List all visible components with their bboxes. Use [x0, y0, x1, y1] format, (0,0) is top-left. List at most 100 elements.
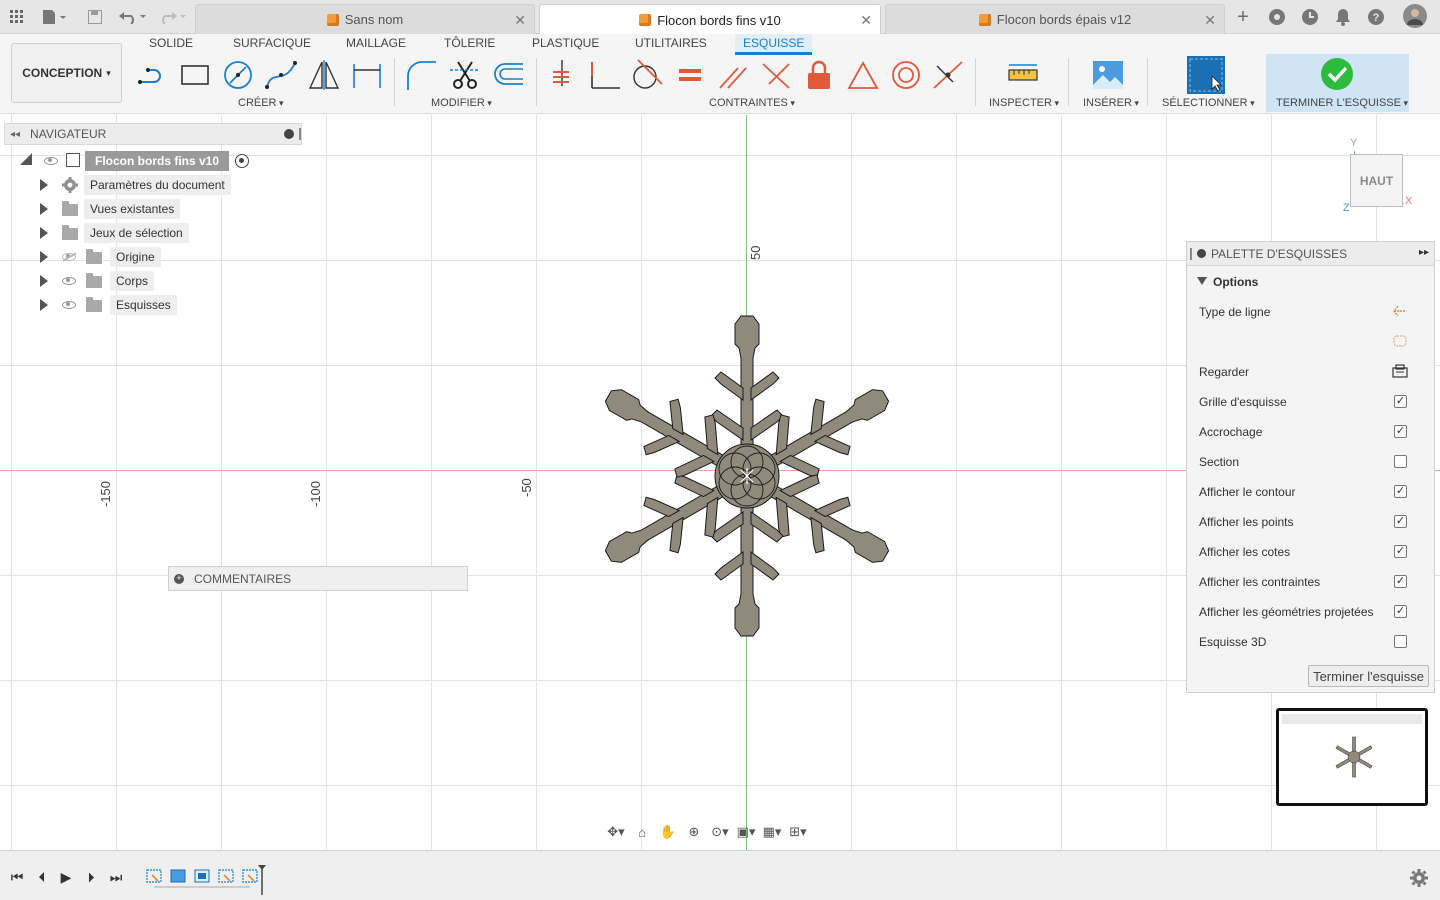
tab-esquisse[interactable]: ESQUISSE [735, 34, 813, 55]
construction-icon[interactable] [1392, 333, 1408, 349]
checkbox-points[interactable]: ✓ [1394, 515, 1407, 528]
help-icon[interactable]: ? [1365, 6, 1387, 28]
undo-icon[interactable] [116, 6, 150, 28]
fit-icon[interactable]: ⊙▾ [710, 823, 730, 841]
options-caret-icon[interactable] [1197, 277, 1207, 285]
checkbox-section[interactable] [1394, 455, 1407, 468]
thumbnail-preview[interactable] [1276, 708, 1428, 806]
expand-triangle-icon[interactable] [40, 203, 48, 215]
panel-grip-icon[interactable] [299, 128, 301, 140]
checkbox-grille[interactable]: ✓ [1394, 395, 1407, 408]
navigator-item-vues[interactable]: Vues existantes [38, 199, 238, 219]
go-to-end-icon[interactable]: ⏭ [108, 869, 124, 885]
line-tool-icon[interactable] [136, 58, 170, 92]
trim-tool-icon[interactable] [448, 58, 482, 92]
pan-hand-icon[interactable]: ✋ [658, 823, 678, 841]
navigator-root[interactable]: Flocon bords fins v10 [20, 151, 260, 171]
navigator-item-corps[interactable]: Corps [38, 271, 238, 291]
checkbox-accrochage[interactable]: ✓ [1394, 425, 1407, 438]
collapse-triangle-icon[interactable] [20, 153, 32, 165]
tab-plastique[interactable]: PLASTIQUE [532, 36, 599, 50]
add-comment-icon[interactable]: + [174, 573, 184, 584]
rectangle-tool-icon[interactable] [178, 58, 212, 92]
palette-grip-icon[interactable] [1190, 247, 1192, 260]
graphics-canvas[interactable]: 50 -150 -100 -50 ◂◂ NAVIGATEUR Flocon bo… [0, 115, 1440, 850]
file-menu-icon[interactable] [40, 6, 70, 28]
redo-icon[interactable] [156, 6, 190, 28]
group-inserer[interactable]: INSÉRER [1083, 97, 1139, 109]
navigator-header[interactable]: ◂◂ NAVIGATEUR [4, 123, 302, 145]
perpendicular-constraint-icon[interactable] [588, 58, 622, 92]
group-selectionner[interactable]: SÉLECTIONNER [1162, 97, 1255, 109]
fix-lock-icon[interactable] [802, 58, 836, 92]
checkbox-contour[interactable]: ✓ [1394, 485, 1407, 498]
zoom-icon[interactable]: ⊕ [684, 823, 704, 841]
go-to-start-icon[interactable]: ⏮ [9, 869, 25, 885]
minimize-icon[interactable] [1197, 249, 1206, 258]
tab-sans-nom[interactable]: Sans nom ✕ [195, 4, 535, 34]
app-grid-icon[interactable] [6, 6, 28, 28]
group-contraintes[interactable]: CONTRAINTES [709, 97, 795, 109]
offset-tool-icon[interactable] [491, 58, 525, 92]
expand-triangle-icon[interactable] [40, 251, 48, 263]
linetype-icon[interactable] [1392, 303, 1408, 319]
save-icon[interactable] [84, 6, 106, 28]
step-back-icon[interactable]: ⏴ [34, 869, 50, 885]
parallel-constraint-icon[interactable] [716, 58, 750, 92]
tab-flocon-bords-epais[interactable]: Flocon bords épais v12 ✕ [885, 4, 1225, 34]
close-icon[interactable]: ✕ [514, 12, 526, 29]
play-icon[interactable]: ▶ [58, 869, 74, 885]
navigator-item-esquisses[interactable]: Esquisses [38, 295, 238, 315]
tab-surfacique[interactable]: SURFACIQUE [233, 36, 311, 50]
visibility-eye-icon[interactable] [62, 277, 76, 285]
expand-triangle-icon[interactable] [40, 299, 48, 311]
grid-settings-icon[interactable]: ▦▾ [762, 823, 782, 841]
group-creer[interactable]: CRÉER [238, 97, 284, 109]
spline-tool-icon[interactable] [264, 58, 298, 92]
fillet-tool-icon[interactable] [404, 58, 438, 92]
group-inspecter[interactable]: INSPECTER [989, 97, 1059, 109]
tab-tolerie[interactable]: TÔLERIE [444, 36, 495, 50]
navigator-item-origine[interactable]: Origine [38, 247, 238, 267]
mirror-tool-icon[interactable] [307, 58, 341, 92]
activate-radio-icon[interactable] [235, 154, 249, 168]
concentric-constraint-icon[interactable] [889, 58, 923, 92]
tab-maillage[interactable]: MAILLAGE [346, 36, 406, 50]
options-section[interactable]: Options [1213, 275, 1258, 289]
palette-header[interactable]: PALETTE D'ESQUISSES ▸▸ [1187, 242, 1434, 266]
navigator-item-jeux[interactable]: Jeux de sélection [38, 223, 238, 243]
symmetry-constraint-icon[interactable] [759, 58, 793, 92]
checkbox-contraintes[interactable]: ✓ [1394, 575, 1407, 588]
timeline-features[interactable] [144, 865, 268, 895]
group-modifier[interactable]: MODIFIER [431, 97, 492, 109]
circle-tool-icon[interactable] [221, 58, 255, 92]
snowflake-sketch[interactable] [586, 300, 908, 652]
viewcube[interactable]: HAUT [1350, 154, 1403, 207]
visibility-eye-icon[interactable] [62, 301, 76, 309]
minimize-icon[interactable] [284, 129, 294, 139]
avatar[interactable] [1402, 3, 1428, 29]
finish-sketch-block[interactable]: TERMINER L'ESQUISSE [1266, 54, 1409, 112]
select-icon[interactable] [1187, 56, 1225, 94]
step-forward-icon[interactable]: ⏵ [83, 869, 99, 885]
expand-triangle-icon[interactable] [40, 275, 48, 287]
expand-triangle-icon[interactable] [40, 227, 48, 239]
coincident-constraint-icon[interactable] [545, 58, 579, 92]
finish-sketch-button[interactable]: Terminer l'esquisse [1308, 665, 1429, 687]
look-at-icon[interactable]: ⌂ [632, 823, 652, 841]
settings-gear-icon[interactable] [1410, 869, 1428, 887]
job-status-icon[interactable] [1299, 6, 1321, 28]
midpoint-constraint-icon[interactable] [931, 58, 965, 92]
triangle-constraint-icon[interactable] [846, 58, 880, 92]
navigator-item-parametres[interactable]: Paramètres du document [38, 175, 238, 195]
checkbox-cotes[interactable]: ✓ [1394, 545, 1407, 558]
dimension-tool-icon[interactable] [350, 58, 384, 92]
new-tab-icon[interactable]: + [1232, 6, 1254, 28]
close-icon[interactable]: ✕ [860, 12, 872, 29]
measure-icon[interactable] [1006, 58, 1040, 92]
orbit-icon[interactable]: ✥▾ [606, 823, 626, 841]
collapse-icon[interactable]: ◂◂ [10, 129, 20, 140]
checkbox-geometries-projetees[interactable]: ✓ [1394, 605, 1407, 618]
tab-solide[interactable]: SOLIDE [149, 36, 193, 50]
expand-palette-icon[interactable]: ▸▸ [1419, 247, 1429, 258]
